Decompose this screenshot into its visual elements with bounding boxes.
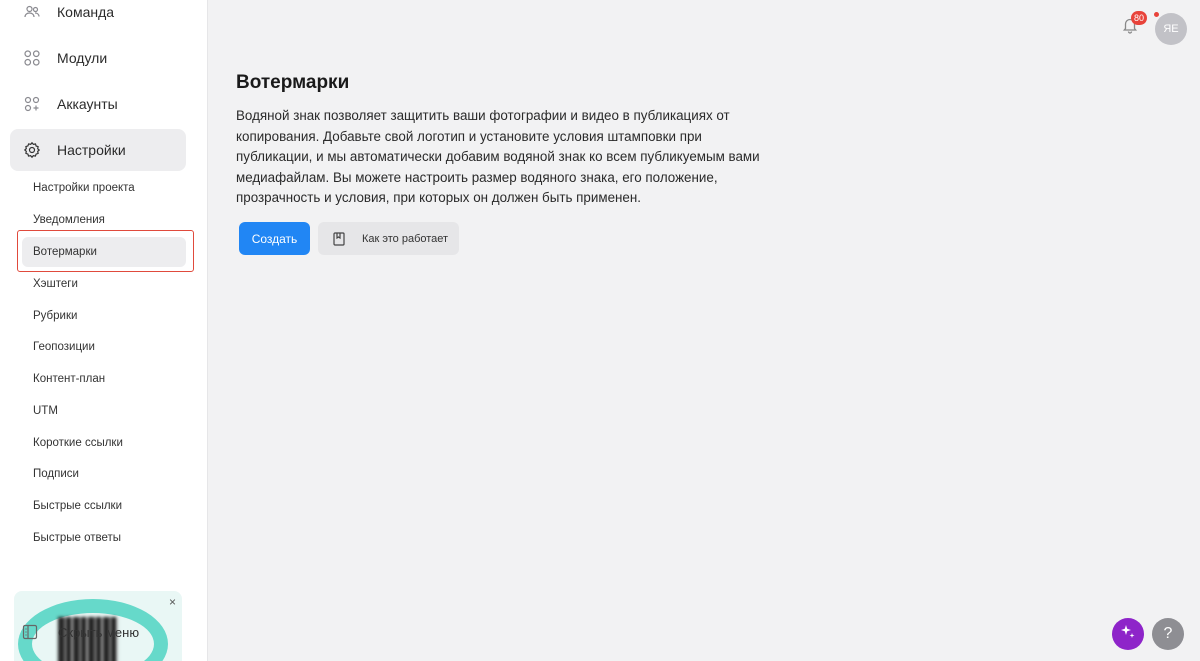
nav-item-label: Аккаунты <box>57 96 118 112</box>
nav-item-label: Команда <box>57 4 115 20</box>
gear-icon <box>22 140 42 160</box>
sub-item-hashtags[interactable]: Хэштеги <box>22 269 186 299</box>
sub-item-notifications[interactable]: Уведомления <box>22 205 186 235</box>
how-it-works-label: Как это работает <box>362 232 449 245</box>
accounts-icon <box>22 94 42 114</box>
nav-item-modules[interactable]: Модули <box>10 37 186 79</box>
sub-item-project-settings[interactable]: Настройки проекта <box>22 173 186 203</box>
help-button[interactable]: ? <box>1152 618 1184 650</box>
nav-item-accounts[interactable]: Аккаунты <box>10 83 186 125</box>
create-button[interactable]: Создать <box>239 222 310 255</box>
page-title: Вотермарки <box>236 72 350 93</box>
modules-icon <box>22 48 42 68</box>
close-icon[interactable]: × <box>169 595 176 609</box>
sub-item-quick-links[interactable]: Быстрые ссылки <box>22 491 186 521</box>
sub-item-quick-replies[interactable]: Быстрые ответы <box>22 523 186 553</box>
sub-item-content-plan[interactable]: Контент-план <box>22 364 186 394</box>
nav-item-team[interactable]: Команда <box>10 0 186 33</box>
sidebar-toggle-icon <box>22 624 38 640</box>
sub-item-utm[interactable]: UTM <box>22 396 186 426</box>
how-it-works-button[interactable]: Как это работает <box>318 222 459 255</box>
avatar[interactable]: ЯЕ <box>1155 13 1187 45</box>
hide-menu-button[interactable]: Скрыть меню <box>22 624 139 640</box>
book-icon <box>332 231 346 246</box>
status-dot <box>1153 11 1160 18</box>
sidebar: Команда Модули Аккаунты Настройки Настро… <box>0 0 208 661</box>
nav-item-label: Модули <box>57 50 108 66</box>
sub-item-geopositions[interactable]: Геопозиции <box>22 332 186 362</box>
sub-item-rubrics[interactable]: Рубрики <box>22 301 186 331</box>
nav-item-label: Настройки <box>57 142 126 158</box>
sub-item-short-links[interactable]: Короткие ссылки <box>22 428 186 458</box>
sparkle-icon <box>1120 624 1136 645</box>
sub-item-signatures[interactable]: Подписи <box>22 459 186 489</box>
notification-badge: 80 <box>1131 11 1148 25</box>
sub-item-watermarks[interactable]: Вотермарки <box>22 237 186 267</box>
hide-menu-label: Скрыть меню <box>58 624 140 640</box>
nav-item-settings[interactable]: Настройки <box>10 129 186 171</box>
page-description: Водяной знак позволяет защитить ваши фот… <box>236 108 760 205</box>
ai-assistant-button[interactable] <box>1112 618 1144 650</box>
users-icon <box>22 2 42 22</box>
